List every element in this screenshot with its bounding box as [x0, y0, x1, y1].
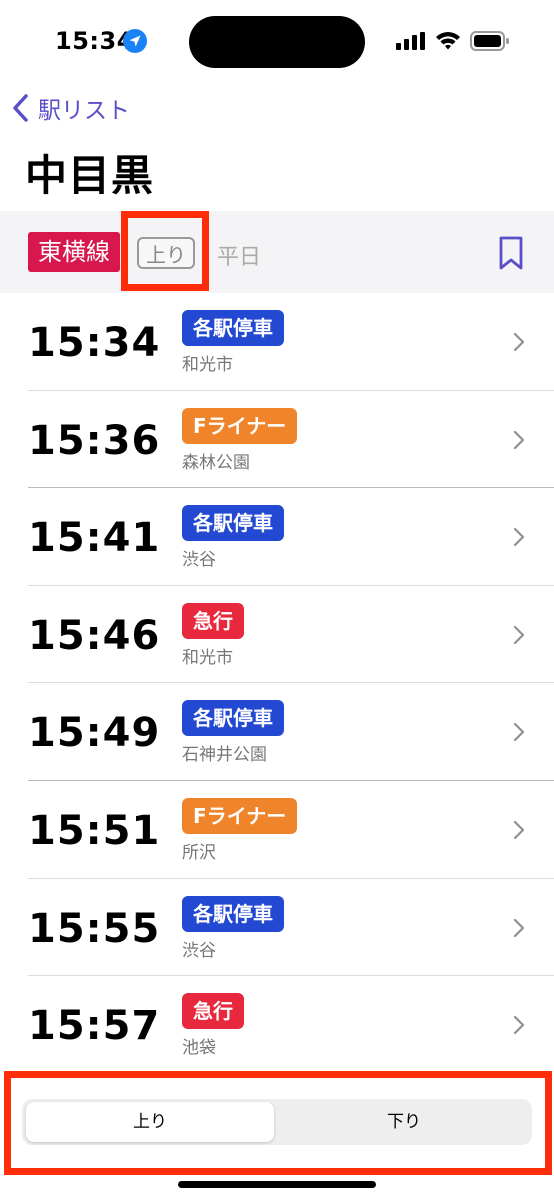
- back-button[interactable]: 駅リスト: [10, 88, 130, 128]
- train-list: 15:34 各駅停車 和光市 15:36 Fライナー 森林公園 15:41 各駅…: [0, 293, 554, 1074]
- direction-segmented-control: 上り 下り: [22, 1099, 532, 1145]
- departure-time: 15:36: [28, 417, 161, 464]
- train-type-badge: 急行: [182, 602, 244, 639]
- destination-label: 和光市: [182, 647, 233, 668]
- train-type-badge: Fライナー: [182, 407, 298, 444]
- train-type-badge: 各駅停車: [182, 700, 284, 737]
- train-row[interactable]: 15:46 急行 和光市: [0, 586, 554, 684]
- chevron-right-icon: [513, 528, 525, 547]
- wifi-icon: [436, 32, 460, 50]
- departure-time: 15:49: [28, 710, 161, 757]
- train-type-badge: 急行: [182, 993, 244, 1030]
- battery-icon: [470, 31, 509, 51]
- screen: 15:34 駅リスト 中目黒 東横線 平日 上り 15:34 各駅停車 和光市 …: [0, 0, 554, 1200]
- chevron-right-icon: [513, 430, 525, 449]
- train-type-badge: 各駅停車: [182, 505, 284, 542]
- train-type-badge: 各駅停車: [182, 310, 284, 346]
- train-row[interactable]: 15:36 Fライナー 森林公園: [0, 391, 554, 489]
- direction-highlight-box: [121, 211, 209, 291]
- destination-label: 池袋: [182, 1038, 216, 1059]
- status-bar: 15:34: [0, 0, 554, 84]
- chevron-right-icon: [513, 625, 525, 644]
- departure-time: 15:46: [28, 612, 161, 659]
- page-title: 中目黒: [25, 151, 155, 200]
- segment-up[interactable]: 上り: [26, 1102, 274, 1142]
- chevron-right-icon: [513, 820, 525, 840]
- location-arrow-icon: [123, 29, 147, 53]
- departure-time: 15:41: [28, 515, 161, 562]
- chevron-right-icon: [513, 1016, 525, 1035]
- train-row[interactable]: 15:55 各駅停車 渋谷: [0, 879, 554, 977]
- line-badge: 東横線: [28, 232, 120, 272]
- train-row[interactable]: 15:41 各駅停車 渋谷: [0, 488, 554, 586]
- destination-label: 所沢: [182, 842, 216, 863]
- segment-down[interactable]: 下り: [280, 1102, 528, 1142]
- destination-label: 渋谷: [182, 940, 216, 961]
- train-row[interactable]: 15:57 急行 池袋: [0, 976, 554, 1074]
- destination-label: 石神井公園: [182, 745, 267, 766]
- cellular-signal-icon: [396, 32, 425, 50]
- chevron-right-icon: [513, 332, 525, 352]
- dynamic-island: [189, 16, 365, 68]
- back-label: 駅リスト: [38, 98, 130, 124]
- destination-label: 渋谷: [182, 550, 216, 571]
- destination-label: 森林公園: [182, 452, 250, 473]
- train-type-badge: 各駅停車: [182, 895, 284, 932]
- chevron-right-icon: [513, 723, 525, 742]
- departure-time: 15:55: [28, 905, 161, 952]
- train-row[interactable]: 15:51 Fライナー 所沢: [0, 781, 554, 879]
- bookmark-icon[interactable]: [497, 236, 525, 270]
- home-indicator[interactable]: [178, 1181, 376, 1188]
- departure-time: 15:51: [28, 807, 161, 854]
- back-chevron-icon: [13, 94, 28, 122]
- day-type-label: 平日: [217, 245, 262, 270]
- train-type-badge: Fライナー: [182, 797, 298, 834]
- departure-time: 15:57: [28, 1003, 161, 1050]
- train-row[interactable]: 15:49 各駅停車 石神井公園: [0, 683, 554, 781]
- departure-time: 15:34: [28, 320, 161, 366]
- train-row[interactable]: 15:34 各駅停車 和光市: [0, 293, 554, 391]
- destination-label: 和光市: [182, 355, 233, 375]
- chevron-right-icon: [513, 918, 525, 937]
